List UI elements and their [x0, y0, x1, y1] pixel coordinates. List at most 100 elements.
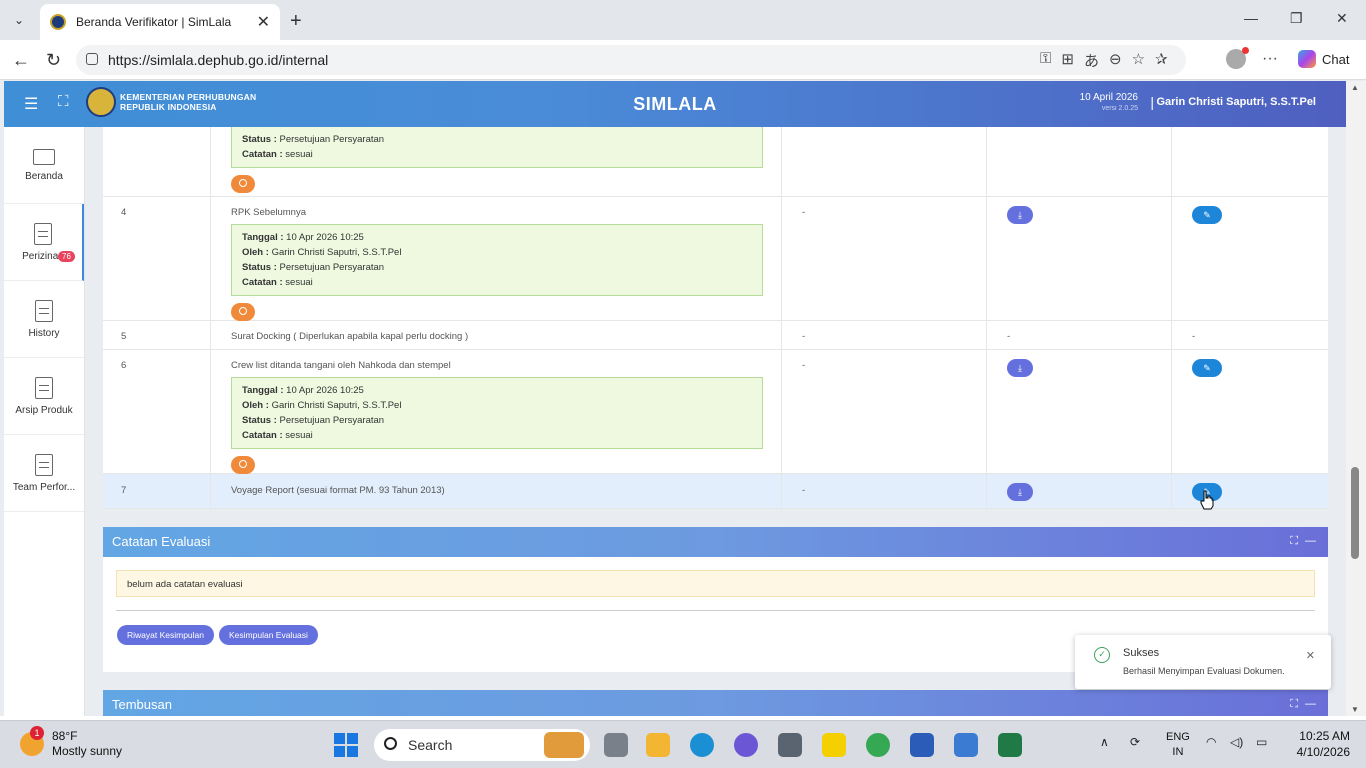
category-cell: -: [782, 197, 987, 320]
restore-icon[interactable]: ❐: [1290, 10, 1303, 27]
edit-button[interactable]: ✎: [1192, 206, 1222, 224]
table-row: Status : Persetujuan Persyaratan Catatan…: [103, 127, 1328, 197]
sidebar-item-perizinan[interactable]: Perizinan 76: [4, 204, 84, 281]
action-cell: -: [1192, 331, 1196, 342]
tab-actions-chevron-icon[interactable]: ⌄: [6, 8, 32, 32]
panel-expand-icon[interactable]: ⛶: [1290, 698, 1298, 711]
weather-temp: 88°F: [52, 729, 78, 743]
download-cell: -: [987, 321, 1172, 349]
category-cell: -: [782, 321, 987, 349]
edit-button[interactable]: ✎: [1192, 359, 1222, 377]
tab-title: Beranda Verifikator | SimLala: [76, 15, 232, 29]
sidebar: Beranda Perizinan 76 History Arsip Produ…: [4, 127, 85, 716]
zoom-out-icon[interactable]: ⊖: [1109, 50, 1122, 71]
camera-icon[interactable]: [778, 733, 802, 757]
toast-message: Berhasil Menyimpan Evaluasi Dokumen.: [1123, 666, 1285, 676]
panel-collapse-icon[interactable]: —: [1305, 698, 1316, 710]
monitor-icon: [33, 148, 55, 165]
download-button[interactable]: ⤓: [1007, 206, 1033, 224]
panel-header: Tembusan ⛶ —: [103, 690, 1328, 716]
back-arrow-icon[interactable]: ←: [12, 50, 30, 71]
tab-close-icon[interactable]: ✕: [257, 12, 270, 32]
file-explorer-icon[interactable]: [646, 733, 670, 757]
tray-overflow-icon[interactable]: ∧: [1100, 735, 1109, 749]
sidebar-item-arsip-produk[interactable]: Arsip Produk: [4, 358, 84, 435]
copilot-app-icon[interactable]: [734, 733, 758, 757]
copilot-chat-button[interactable]: Chat: [1298, 50, 1349, 68]
hand-cursor-icon: [1200, 490, 1214, 510]
header-user-name[interactable]: Garin Christi Saputri, S.S.T.Pel: [1156, 96, 1316, 108]
volume-icon[interactable]: ◁): [1230, 735, 1243, 749]
table-row: 4 RPK Sebelumnya Tanggal : 10 Apr 2026 1…: [103, 197, 1328, 321]
translate-icon[interactable]: あ: [1084, 50, 1099, 71]
calculator-icon[interactable]: [954, 733, 978, 757]
weather-widget[interactable]: 1 88°F Mostly sunny: [20, 726, 123, 759]
taskbar-search[interactable]: Search: [374, 729, 590, 761]
sticky-notes-icon[interactable]: [822, 733, 846, 757]
page-scrollbar[interactable]: ▲ ▼: [1346, 81, 1366, 716]
sidebar-item-team-performance[interactable]: Team Perfor...: [4, 435, 84, 512]
success-toast: ✓ Sukses Berhasil Menyimpan Evaluasi Dok…: [1075, 635, 1331, 689]
battery-icon[interactable]: ▭: [1256, 735, 1267, 749]
edge-browser-icon[interactable]: [690, 733, 714, 757]
sync-icon[interactable]: ⟳: [1130, 735, 1140, 749]
view-detail-button[interactable]: [231, 175, 255, 193]
windows-start-icon[interactable]: [334, 733, 358, 757]
evaluation-conclusion-button[interactable]: Kesimpulan Evaluasi: [219, 625, 318, 645]
row-number: 7: [103, 474, 211, 508]
app-grid-icon[interactable]: ⊞: [1061, 50, 1074, 71]
table-row: 5 Surat Docking ( Diperlukan apabila kap…: [103, 321, 1328, 350]
url-field[interactable]: https://simlala.dephub.go.id/internal: [76, 45, 1186, 75]
count-badge: 76: [58, 251, 75, 262]
sidebar-item-history[interactable]: History: [4, 281, 84, 358]
key-icon[interactable]: ⚿: [1040, 50, 1051, 71]
system-clock[interactable]: 10:25 AM 4/10/2026: [1297, 728, 1350, 760]
url-text: https://simlala.dephub.go.id/internal: [108, 52, 329, 68]
minimize-icon[interactable]: —: [1244, 10, 1258, 26]
view-detail-button[interactable]: [231, 303, 255, 321]
document-name: Crew list ditanda tangani oleh Nahkoda d…: [231, 360, 451, 371]
task-view-icon[interactable]: [604, 733, 628, 757]
panel-expand-icon[interactable]: ⛶: [1290, 535, 1298, 548]
panel-collapse-icon[interactable]: —: [1305, 535, 1316, 547]
toast-close-icon[interactable]: ✕: [1306, 649, 1315, 662]
sidebar-item-beranda[interactable]: Beranda: [4, 127, 84, 204]
browser-tab[interactable]: Beranda Verifikator | SimLala ✕: [40, 4, 280, 40]
window-close-icon[interactable]: ✕: [1336, 10, 1348, 27]
sidebar-item-label: Beranda: [25, 170, 63, 182]
scroll-up-arrow-icon[interactable]: ▲: [1351, 83, 1359, 92]
document-icon: [35, 299, 53, 322]
wifi-icon[interactable]: ◠: [1206, 735, 1216, 749]
favorites-list-icon[interactable]: ✰: [1155, 50, 1168, 71]
excel-icon[interactable]: [998, 733, 1022, 757]
reload-icon[interactable]: ↻: [46, 50, 61, 71]
panel-title: Catatan Evaluasi: [112, 534, 211, 549]
app-title: SIMLALA: [633, 94, 717, 114]
chat-label: Chat: [1322, 51, 1350, 67]
row-number: 4: [103, 197, 211, 320]
profile-avatar[interactable]: [1226, 47, 1249, 69]
conclusion-history-button[interactable]: Riwayat Kesimpulan: [117, 625, 215, 645]
view-detail-button[interactable]: [231, 456, 255, 474]
download-button[interactable]: ⤓: [1007, 359, 1033, 377]
weather-badge: 1: [30, 726, 44, 740]
verification-info-box: Status : Persetujuan Persyaratan Catatan…: [231, 127, 763, 168]
main-content: Status : Persetujuan Persyaratan Catatan…: [85, 127, 1346, 716]
download-button[interactable]: ⤓: [1007, 483, 1033, 501]
new-tab-plus-icon[interactable]: +: [290, 10, 302, 33]
app-version: versi 2.0.25: [1101, 105, 1138, 112]
address-bar-icons: ⚿ ⊞ あ ⊖ ☆ ✰: [1040, 50, 1168, 71]
language-indicator[interactable]: ENG IN: [1166, 730, 1190, 760]
scroll-down-arrow-icon[interactable]: ▼: [1351, 705, 1359, 714]
document-name: Surat Docking ( Diperlukan apabila kapal…: [211, 321, 782, 349]
weather-condition: Mostly sunny: [52, 744, 123, 758]
document-name: RPK Sebelumnya: [231, 207, 306, 218]
scrollbar-thumb[interactable]: [1351, 467, 1359, 559]
word-icon[interactable]: [910, 733, 934, 757]
favorite-star-icon[interactable]: ☆: [1132, 50, 1145, 71]
sidebar-item-label: Arsip Produk: [15, 404, 73, 416]
chrome-icon[interactable]: [866, 733, 890, 757]
clock-date: 4/10/2026: [1296, 745, 1350, 759]
more-menu-icon[interactable]: ···: [1262, 50, 1278, 68]
search-placeholder: Search: [408, 737, 453, 753]
